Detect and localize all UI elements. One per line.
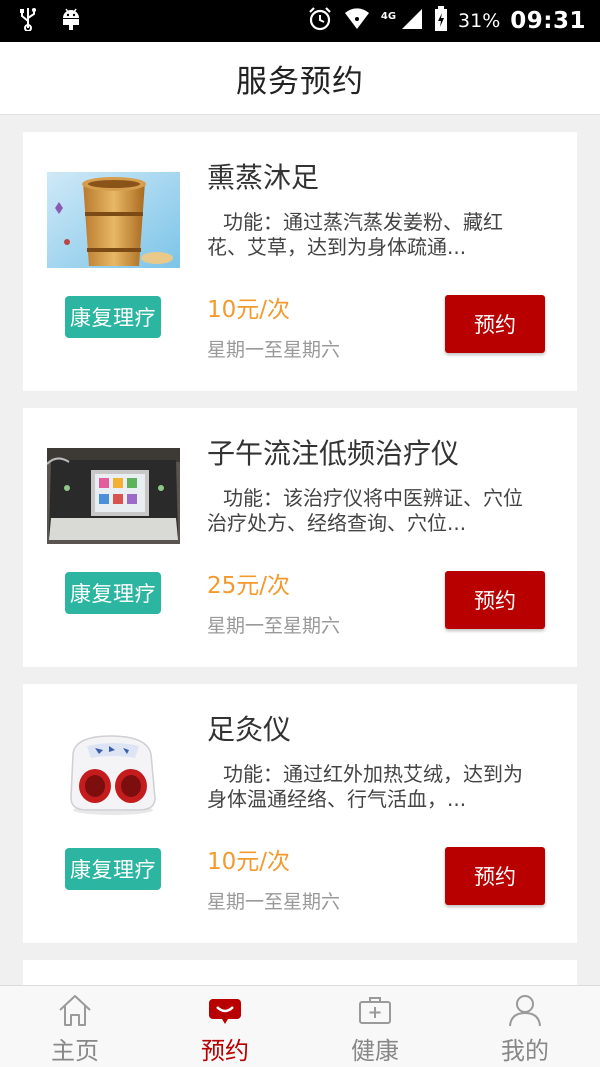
nav-item-appointment[interactable]: 预约: [150, 986, 300, 1067]
service-schedule: 星期一至星期六: [207, 891, 341, 913]
category-tag: 康复理疗: [65, 572, 161, 614]
page-header: 服务预约: [0, 42, 600, 115]
nav-item-home[interactable]: 主页: [0, 986, 150, 1067]
nav-item-health[interactable]: 健康: [300, 986, 450, 1067]
book-button[interactable]: 预约: [445, 571, 545, 629]
usb-icon: [18, 7, 38, 35]
battery-percent: 31%: [458, 10, 501, 32]
service-title: 足灸仪: [207, 713, 292, 746]
wifi-icon: [343, 7, 371, 35]
therapy-device-image: [47, 448, 180, 544]
signal-icon: [400, 7, 424, 35]
nav-label: 我的: [501, 1037, 549, 1065]
nav-label: 预约: [201, 1037, 249, 1065]
nav-item-profile[interactable]: 我的: [450, 986, 600, 1067]
nav-label: 主页: [51, 1037, 99, 1065]
medical-kit-icon: [356, 991, 394, 1029]
foot-moxibustion-device-image: [47, 724, 180, 820]
android-icon: [60, 7, 82, 35]
alarm-icon: [307, 6, 333, 36]
service-description: 功能：通过蒸汽蒸发姜粉、藏红花、艾草，达到为身体疏通...: [207, 210, 503, 259]
category-tag: 康复理疗: [65, 296, 161, 338]
service-card[interactable]: 子午流注低频治疗仪 功能：该治疗仪将中医辨证、穴位治疗处方、经络查询、穴位...…: [23, 408, 577, 667]
service-title: 熏蒸沐足: [207, 161, 320, 194]
service-card[interactable]: [23, 960, 577, 985]
category-tag: 康复理疗: [65, 848, 161, 890]
service-title: 子午流注低频治疗仪: [207, 437, 460, 470]
service-schedule: 星期一至星期六: [207, 339, 341, 361]
book-button[interactable]: 预约: [445, 295, 545, 353]
book-button[interactable]: 预约: [445, 847, 545, 905]
service-schedule: 星期一至星期六: [207, 615, 341, 637]
network-type: 4G: [380, 10, 397, 22]
service-list[interactable]: 熏蒸沐足 功能：通过蒸汽蒸发姜粉、藏红花、艾草，达到为身体疏通... 康复理疗 …: [0, 115, 600, 985]
service-description: 功能：通过红外加热艾绒，达到为身体温通经络、行气活血，...: [207, 762, 523, 811]
wooden-foot-bath-image: [47, 172, 180, 268]
service-description: 功能：该治疗仪将中医辨证、穴位治疗处方、经络查询、穴位...: [207, 486, 523, 535]
service-price: 10元/次: [207, 849, 291, 875]
service-price: 10元/次: [207, 297, 291, 323]
bottom-nav: 主页 预约 健康 我的: [0, 985, 600, 1067]
status-bar: 4G 31% 09:31: [0, 0, 600, 42]
person-icon: [506, 991, 544, 1029]
service-card[interactable]: 熏蒸沐足 功能：通过蒸汽蒸发姜粉、藏红花、艾草，达到为身体疏通... 康复理疗 …: [23, 132, 577, 391]
service-price: 25元/次: [207, 573, 291, 599]
page-title: 服务预约: [236, 63, 364, 100]
home-icon: [56, 991, 94, 1029]
battery-icon: [434, 6, 448, 36]
service-card[interactable]: 足灸仪 功能：通过红外加热艾绒，达到为身体温通经络、行气活血，... 康复理疗 …: [23, 684, 577, 943]
clock: 09:31: [510, 8, 586, 34]
chat-bubble-icon: [206, 991, 244, 1029]
nav-label: 健康: [351, 1037, 399, 1065]
